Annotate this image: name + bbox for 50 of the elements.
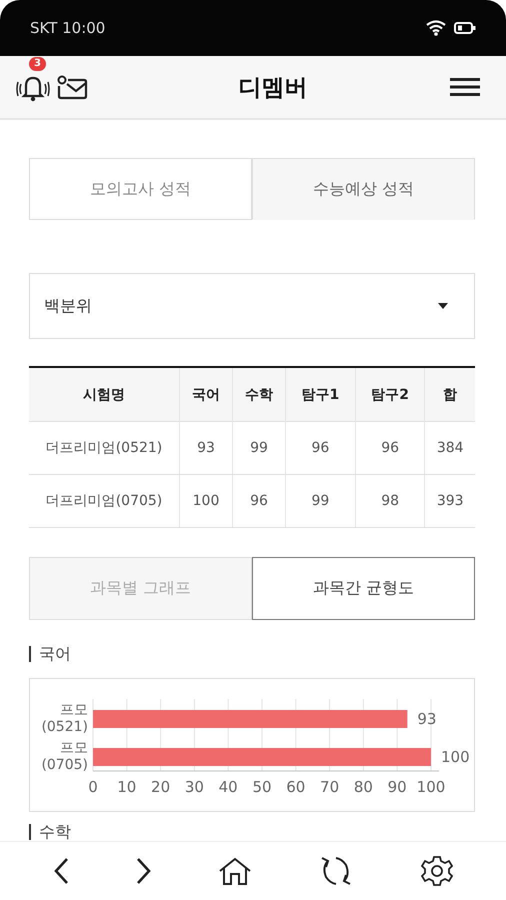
table-cell: 99 bbox=[286, 474, 356, 528]
tick-label: 50 bbox=[252, 778, 272, 796]
table-cell: 100 bbox=[180, 474, 233, 528]
table-cell: 393 bbox=[424, 474, 475, 528]
data-label: 100 bbox=[441, 748, 470, 766]
back-icon[interactable] bbox=[53, 857, 70, 885]
category-label: 프모 (0705) bbox=[41, 740, 88, 773]
carrier-time: SKT 10:00 bbox=[30, 19, 106, 37]
table-cell: 더프리미엄(0705) bbox=[29, 474, 180, 528]
column-header: 수학 bbox=[232, 367, 286, 422]
score-tab[interactable]: 모의고사 성적 bbox=[29, 158, 252, 220]
settings-icon[interactable] bbox=[420, 855, 453, 887]
tick-label: 60 bbox=[286, 778, 306, 796]
column-header: 탐구2 bbox=[355, 367, 425, 422]
table-cell: 96 bbox=[355, 422, 425, 474]
wifi-icon bbox=[426, 20, 446, 36]
dropdown-caret-icon bbox=[438, 303, 448, 309]
menu-icon[interactable] bbox=[450, 76, 480, 98]
battery-icon bbox=[454, 21, 476, 35]
app-title: 디멤버 bbox=[238, 74, 308, 102]
score-type-select[interactable]: 백분위 bbox=[29, 273, 475, 339]
tick-label: 100 bbox=[416, 778, 446, 796]
column-header: 탐구1 bbox=[286, 367, 356, 422]
forward-icon[interactable] bbox=[136, 857, 152, 885]
table-cell: 98 bbox=[355, 474, 425, 528]
tick-label: 90 bbox=[388, 778, 407, 796]
table-cell: 더프리미엄(0521) bbox=[29, 422, 180, 474]
tick-label: 40 bbox=[218, 778, 238, 796]
home-icon[interactable] bbox=[218, 857, 252, 885]
table-cell: 384 bbox=[424, 422, 475, 474]
column-header: 국어 bbox=[180, 367, 233, 422]
category-label: 프모 (0521) bbox=[41, 702, 88, 735]
graph-tab[interactable]: 과목간 균형도 bbox=[252, 557, 475, 620]
score-tab[interactable]: 수능예상 성적 bbox=[252, 158, 475, 220]
notification-badge: 3 bbox=[29, 57, 46, 71]
tick-label: 20 bbox=[151, 778, 170, 796]
table-cell: 96 bbox=[286, 422, 356, 474]
tick-label: 70 bbox=[320, 778, 340, 796]
table-cell: 96 bbox=[232, 474, 286, 528]
tick-label: 10 bbox=[117, 778, 136, 796]
column-header: 합 bbox=[424, 367, 475, 422]
table-cell: 99 bbox=[232, 422, 286, 474]
tick-label: 80 bbox=[354, 778, 373, 796]
section-title: 국어 bbox=[29, 646, 475, 662]
mail-icon[interactable] bbox=[56, 74, 88, 100]
data-label: 93 bbox=[417, 710, 436, 728]
table-cell: 93 bbox=[180, 422, 233, 474]
tick-label: 30 bbox=[184, 778, 204, 796]
tick-label: 0 bbox=[88, 778, 98, 796]
column-header: 시험명 bbox=[29, 367, 180, 422]
